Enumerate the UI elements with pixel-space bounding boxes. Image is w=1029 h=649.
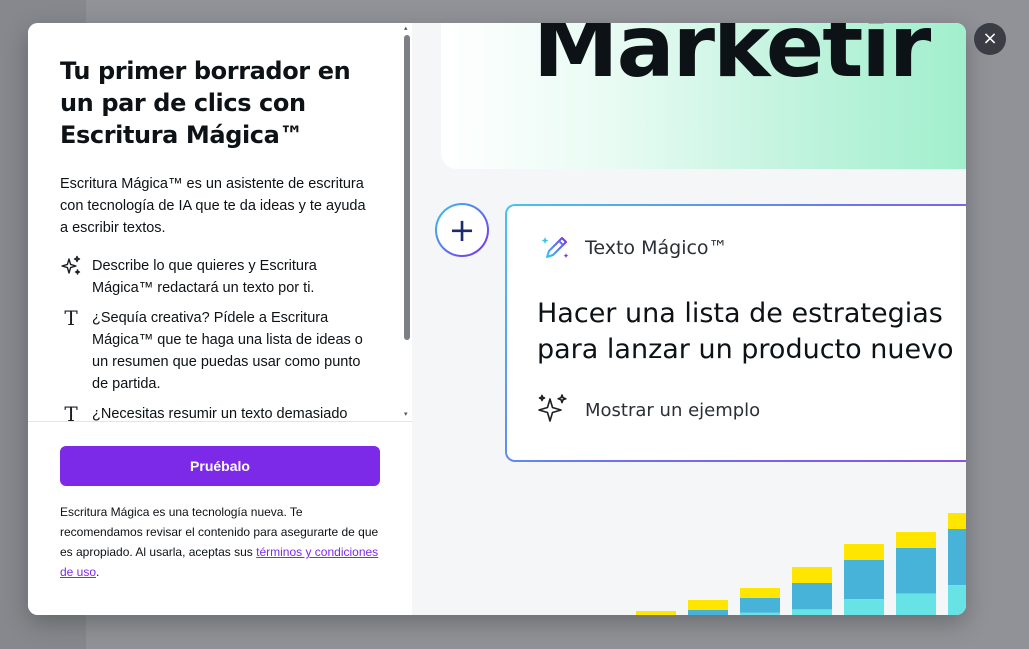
text-icon: T <box>64 306 78 330</box>
feature-item: Describe lo que quieres y Escritura Mági… <box>60 255 370 299</box>
dialog-footer: Pruébalo Escritura Mágica es una tecnolo… <box>28 421 412 615</box>
decorative-bar <box>740 588 780 615</box>
feature-text: ¿Necesitas resumir un texto demasiado <box>92 406 348 421</box>
decorative-bar-segment <box>792 583 832 610</box>
scrollbar-thumb[interactable] <box>404 35 410 340</box>
prompt-text: Hacer una lista de estrategias para lanza… <box>537 298 954 365</box>
text-icon: T <box>64 402 78 421</box>
decorative-bar <box>636 611 676 615</box>
magic-text-label: Texto Mágico™ <box>585 237 728 259</box>
decorative-bar-segment <box>844 560 884 600</box>
feature-text: ¿Sequía creativa? Pídele a Escritura Mág… <box>92 310 363 392</box>
feature-item: T ¿Sequía creativa? Pídele a Escritura M… <box>60 307 370 395</box>
decorative-bar-segment <box>636 611 676 615</box>
decorative-bar-segment <box>688 600 728 610</box>
scroll-up-arrow-icon[interactable]: ▴ <box>404 25 410 32</box>
decorative-bar <box>844 544 884 615</box>
decorative-bar-segment <box>740 612 780 615</box>
dialog-intro: Escritura Mágica™ es un asistente de esc… <box>60 176 366 236</box>
magic-text-header: Texto Mágico™ <box>539 231 728 265</box>
disclaimer: Escritura Mágica es una tecnología nueva… <box>60 502 382 582</box>
decorative-bar-segment <box>948 585 966 615</box>
disclaimer-end: . <box>96 565 100 579</box>
feature-text: Describe lo que quieres y Escritura Mági… <box>92 258 317 296</box>
magic-text-card-body: Texto Mágico™ Hacer una lista de estrate… <box>507 206 966 460</box>
sparkles-icon <box>538 394 567 422</box>
dialog-title: Tu primer borrador en un par de clics co… <box>60 57 351 149</box>
decorative-bar <box>688 600 728 615</box>
scroll-down-arrow-icon[interactable]: ▾ <box>404 411 410 418</box>
decorative-bar <box>792 567 832 615</box>
marketing-card: Marketir <box>441 23 966 169</box>
add-circle: + <box>435 203 489 257</box>
dialog-left-panel: Tu primer borrador en un par de clics co… <box>28 23 412 615</box>
decorative-bar-segment <box>740 588 780 598</box>
decorative-bar-segment <box>896 548 936 594</box>
decorative-bar-segment <box>896 593 936 615</box>
decorative-bar-segment <box>688 610 728 615</box>
decorative-bar-segment <box>792 609 832 615</box>
show-example-label: Mostrar un ejemplo <box>585 399 761 421</box>
dialog-content: Tu primer borrador en un par de clics co… <box>60 55 370 421</box>
decorative-bar <box>948 513 966 615</box>
plus-icon: + <box>437 205 487 255</box>
sparkles-icon <box>60 255 82 277</box>
decorative-bar-segment <box>740 598 780 613</box>
decorative-bar-segment <box>948 513 966 529</box>
decorative-bar-segment <box>896 532 936 548</box>
show-example-row: Mostrar un ejemplo <box>535 392 760 428</box>
magic-pencil-icon <box>541 237 569 259</box>
magic-text-card: Texto Mágico™ Hacer una lista de estrate… <box>505 204 966 462</box>
decorative-bar <box>896 532 936 615</box>
decorative-bar-segment <box>948 529 966 586</box>
dialog-scroll-area[interactable]: Tu primer borrador en un par de clics co… <box>28 23 412 421</box>
decorative-bar-segment <box>792 567 832 583</box>
magic-write-dialog: Tu primer borrador en un par de clics co… <box>28 23 966 615</box>
try-it-button[interactable]: Pruébalo <box>60 446 380 486</box>
feature-item: T ¿Necesitas resumir un texto demasiado <box>60 403 370 421</box>
decorative-bar-segment <box>844 599 884 615</box>
decorative-bar-segment <box>844 544 884 560</box>
illustration-panel: Marketir + Texto Mágico™ Hacer una lista… <box>412 23 966 615</box>
close-icon[interactable]: × <box>974 23 1006 55</box>
marketing-heading: Marketir <box>533 23 931 97</box>
